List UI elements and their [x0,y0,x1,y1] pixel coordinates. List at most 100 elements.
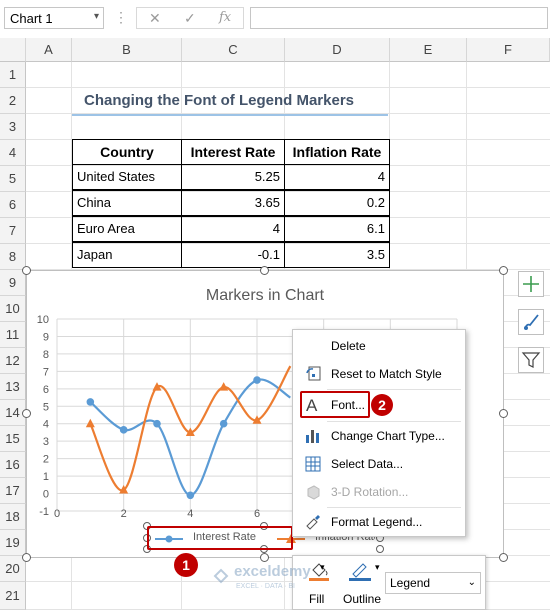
table-cell[interactable]: 0.2 [284,190,390,216]
y-tick-label: 7 [43,366,49,378]
row-header[interactable]: 5 [0,166,26,192]
column-header-e[interactable]: E [390,38,467,62]
confirm-icon[interactable]: ✓ [184,10,196,27]
chevron-down-icon[interactable]: ▾ [375,562,380,573]
menu-item-change-chart-type[interactable]: Change Chart Type... [293,422,465,450]
resize-handle[interactable] [499,409,508,418]
y-tick-label: 4 [43,419,49,431]
chevron-down-icon[interactable]: ▾ [94,11,99,22]
chart-element-select[interactable]: Legend ⌄ [385,572,481,594]
table-cell[interactable]: 4 [181,216,285,242]
row-header[interactable]: 3 [0,114,26,140]
resize-handle[interactable] [499,266,508,275]
y-tick-label: 3 [43,436,49,448]
row-header[interactable]: 10 [0,296,26,322]
chart-title[interactable]: Markers in Chart [206,287,325,304]
resize-handle[interactable] [22,553,31,562]
menu-item-select-data[interactable]: Select Data... [293,450,465,478]
table-header-country[interactable]: Country [72,139,182,165]
table-cell[interactable]: -0.1 [181,242,285,268]
row-header[interactable]: 1 [0,62,26,88]
row-header[interactable]: 15 [0,426,26,452]
data-point[interactable] [85,418,95,428]
row-header[interactable]: 19 [0,530,26,556]
menu-item-label: Delete [331,339,366,353]
formula-actions: ✕ ✓ fx [136,7,244,29]
data-point[interactable] [219,419,228,428]
data-point[interactable] [86,398,95,406]
font-highlight [300,391,370,418]
function-icon[interactable]: fx [219,10,231,25]
name-box[interactable]: Chart 1 ▾ [4,7,104,29]
funnel-icon [521,352,541,368]
watermark-name: exceldemy [234,563,311,580]
row-header[interactable]: 8 [0,244,26,270]
outline-label: Outline [343,592,382,606]
context-menu: Delete Reset to Match Style A Font... Ch… [292,329,466,537]
row-header[interactable]: 21 [0,582,26,610]
y-tick-label: 2 [43,454,49,466]
column-header-a[interactable]: A [26,38,72,62]
more-options-icon: ⋮ [114,9,128,25]
data-point[interactable] [186,491,195,500]
chevron-down-icon[interactable]: ⌄ [468,577,476,588]
row-header[interactable]: 13 [0,374,26,400]
resize-handle[interactable] [260,266,269,275]
step-badge-1: 1 [174,553,198,577]
row-header[interactable]: 18 [0,504,26,530]
row-header[interactable]: 12 [0,348,26,374]
select-all-corner[interactable] [0,38,26,62]
menu-item-label: Format Legend... [331,515,423,529]
outline-button[interactable]: ▾ Outline [341,560,387,608]
table-cell[interactable]: 4 [284,164,390,190]
column-header-c[interactable]: C [182,38,285,62]
resize-handle[interactable] [499,553,508,562]
table-cell[interactable]: 3.5 [284,242,390,268]
data-point[interactable] [253,376,261,384]
table-cell[interactable]: Euro Area [72,216,182,242]
column-header-f[interactable]: F [467,38,550,62]
table-cell[interactable]: China [72,190,182,216]
row-header[interactable]: 16 [0,452,26,478]
data-point[interactable] [219,382,229,391]
table-header-inflation[interactable]: Inflation Rate [284,139,390,165]
menu-item-label: Select Data... [331,457,404,471]
formula-input[interactable] [250,7,548,29]
y-tick-label: 5 [43,401,49,413]
row-header[interactable]: 11 [0,322,26,348]
chart-filters-button[interactable] [518,347,544,373]
menu-item-format-legend[interactable]: Format Legend... [293,508,465,536]
cancel-icon[interactable]: ✕ [149,10,161,27]
menu-item-3d-rotation[interactable]: 3-D Rotation... [293,478,465,506]
column-header-b[interactable]: B [72,38,182,62]
y-tick-label: -1 [39,506,49,518]
table-cell[interactable]: 5.25 [181,164,285,190]
data-point[interactable] [153,419,161,428]
chart-elements-button[interactable] [518,271,544,297]
table-header-interest[interactable]: Interest Rate [181,139,285,165]
row-header[interactable]: 4 [0,140,26,166]
resize-handle[interactable] [22,266,31,275]
table-cell[interactable]: 3.65 [181,190,285,216]
table-cell[interactable]: Japan [72,242,182,268]
resize-handle[interactable] [260,553,269,562]
table-cell[interactable]: 6.1 [284,216,390,242]
legend-handle[interactable] [376,545,384,553]
menu-item-delete[interactable]: Delete [293,332,465,360]
row-header[interactable]: 2 [0,88,26,114]
chart-styles-button[interactable] [518,309,544,335]
y-tick-label: 6 [43,384,49,396]
row-header[interactable]: 7 [0,218,26,244]
row-header[interactable]: 6 [0,192,26,218]
row-header[interactable]: 9 [0,270,26,296]
reset-style-icon [306,366,321,381]
table-cell[interactable]: United States [72,164,182,190]
menu-item-label: 3-D Rotation... [331,485,409,499]
row-header[interactable]: 17 [0,478,26,504]
resize-handle[interactable] [22,409,31,418]
data-point[interactable] [119,426,128,434]
menu-item-reset-style[interactable]: Reset to Match Style [293,360,465,388]
menu-item-label: Change Chart Type... [331,429,445,443]
column-header-d[interactable]: D [285,38,390,62]
chevron-down-icon[interactable]: ▾ [320,562,325,573]
